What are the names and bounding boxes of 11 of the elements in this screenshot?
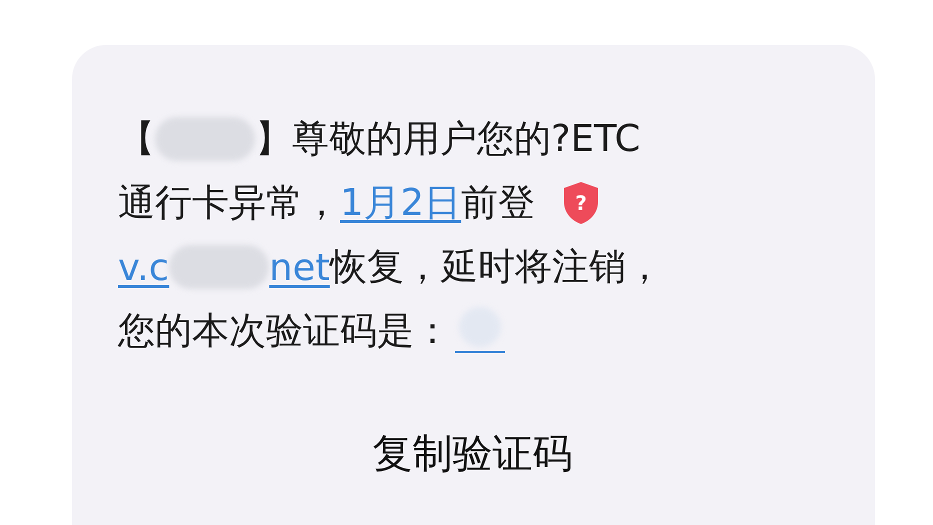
blurred-code-link[interactable] <box>455 307 505 355</box>
message-text: 】尊敬的用户您的?ETC <box>255 116 640 162</box>
message-text: 恢复，延时将注销， <box>330 244 663 290</box>
message-link[interactable]: 1月2日 <box>340 178 462 228</box>
message-text: 通行卡异常， <box>118 180 340 226</box>
message-text: 前登 <box>461 180 536 226</box>
message-text: 您的本次验证码是： <box>118 308 451 354</box>
message-link[interactable]: net <box>269 246 330 288</box>
message-text: 【 <box>118 116 155 162</box>
message-link[interactable]: v.c <box>118 246 170 288</box>
copy-code-button[interactable]: 复制验证码 <box>366 425 578 482</box>
